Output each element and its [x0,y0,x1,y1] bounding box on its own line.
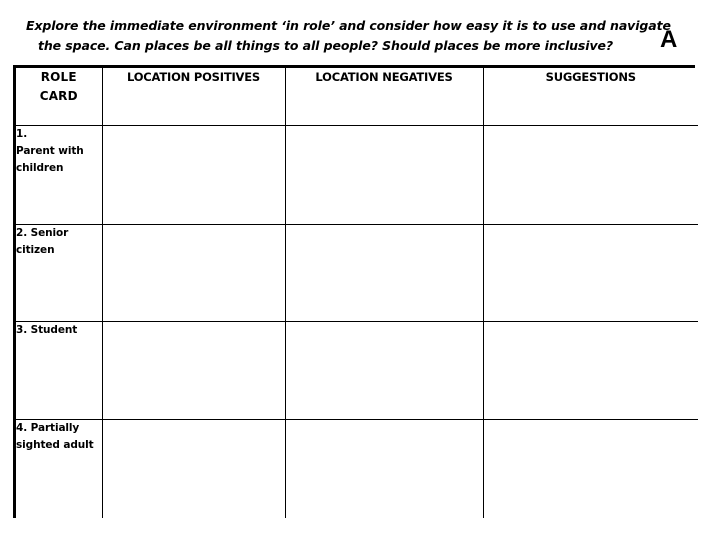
cell-negatives-4[interactable] [284,418,484,518]
column-header-location-positives: LOCATION POSITIVES [101,68,286,126]
table-row: 2. Senior citizen [16,223,698,322]
cell-suggestions-4[interactable] [482,418,698,518]
worksheet-table: ROLE CARD LOCATION POSITIVES LOCATION NE… [13,65,698,518]
cell-positives-3[interactable] [101,320,286,420]
row-label-1: 1. Parent with children [16,124,103,225]
table-row: 1. Parent with children [16,124,698,225]
worksheet-page: Explore the immediate environment ‘in ro… [0,0,720,540]
row-label-4: 4. Partially sighted adult [16,418,103,518]
prompt-line-2: the space. Can places be all things to a… [38,38,614,53]
cell-negatives-3[interactable] [284,320,484,420]
table-row: 3. Student [16,320,698,420]
cell-positives-2[interactable] [101,223,286,322]
row-label-2: 2. Senior citizen [16,223,103,322]
row-label-3: 3. Student [16,320,103,420]
cell-suggestions-1[interactable] [482,124,698,225]
sheet-letter: A [660,26,678,53]
table: ROLE CARD LOCATION POSITIVES LOCATION NE… [16,68,698,518]
cell-negatives-1[interactable] [284,124,484,225]
table-header-row: ROLE CARD LOCATION POSITIVES LOCATION NE… [16,68,698,126]
table-row: 4. Partially sighted adult [16,418,698,518]
cell-negatives-2[interactable] [284,223,484,322]
column-header-suggestions: SUGGESTIONS [482,68,698,126]
cell-positives-1[interactable] [101,124,286,225]
cell-positives-4[interactable] [101,418,286,518]
column-header-role-card: ROLE CARD [16,68,103,126]
cell-suggestions-3[interactable] [482,320,698,420]
cell-suggestions-2[interactable] [482,223,698,322]
column-header-location-negatives: LOCATION NEGATIVES [284,68,484,126]
prompt-block: Explore the immediate environment ‘in ro… [26,16,671,56]
prompt-line-1: Explore the immediate environment ‘in ro… [26,18,671,33]
